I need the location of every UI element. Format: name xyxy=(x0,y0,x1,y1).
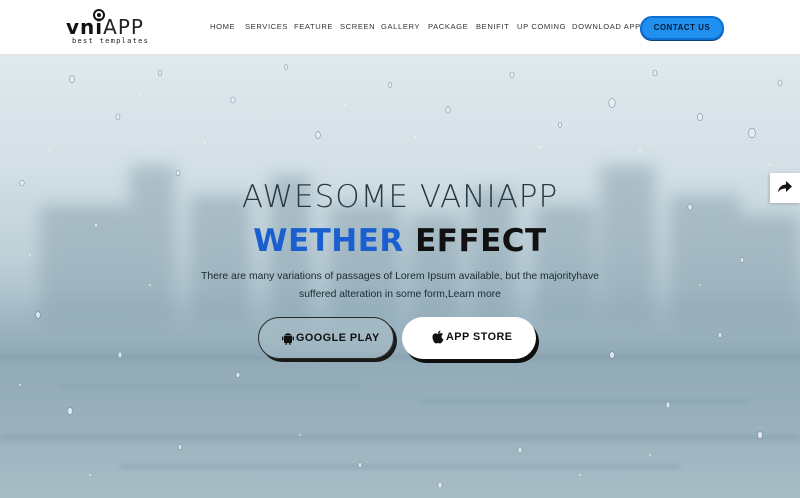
hero-subtitle: WETHER EFFECT xyxy=(0,223,800,259)
nav-services[interactable]: SERVICES xyxy=(245,22,288,31)
apple-icon xyxy=(432,330,444,344)
nav-download-app[interactable]: DOWNLOAD APP xyxy=(572,22,641,31)
site-header: vniAPP best templates HOME SERVICES FEAT… xyxy=(0,0,800,55)
nav-package[interactable]: PACKAGE xyxy=(428,22,468,31)
hero-section: AWESOME VANIAPP WETHER EFFECT There are … xyxy=(0,55,800,498)
hero-description: There are many variations of passages of… xyxy=(201,271,599,300)
nav-feature[interactable]: FEATURE xyxy=(294,22,333,31)
android-icon xyxy=(282,333,294,345)
google-play-label: GOOGLE PLAY xyxy=(296,332,380,344)
hero-title: AWESOME VANIAPP xyxy=(241,179,559,215)
nav-gallery[interactable]: GALLERY xyxy=(381,22,420,31)
nav-home[interactable]: HOME xyxy=(210,22,235,31)
app-store-button[interactable]: APP STORE xyxy=(402,317,536,359)
hero-subtitle-rest: EFFECT xyxy=(415,223,547,259)
share-arrow-icon xyxy=(778,181,792,193)
nav-benifit[interactable]: BENIFIT xyxy=(476,22,509,31)
app-store-label: APP STORE xyxy=(446,331,513,343)
nav-screen[interactable]: SCREEN xyxy=(340,22,375,31)
logo-tagline: best templates xyxy=(72,37,150,45)
google-play-button[interactable]: GOOGLE PLAY xyxy=(258,317,394,359)
share-side-tab[interactable] xyxy=(770,173,800,203)
contact-us-button[interactable]: CONTACT US xyxy=(640,16,724,40)
hero-subtitle-highlight: WETHER xyxy=(253,223,404,259)
nav-up-coming[interactable]: UP COMING xyxy=(517,22,566,31)
